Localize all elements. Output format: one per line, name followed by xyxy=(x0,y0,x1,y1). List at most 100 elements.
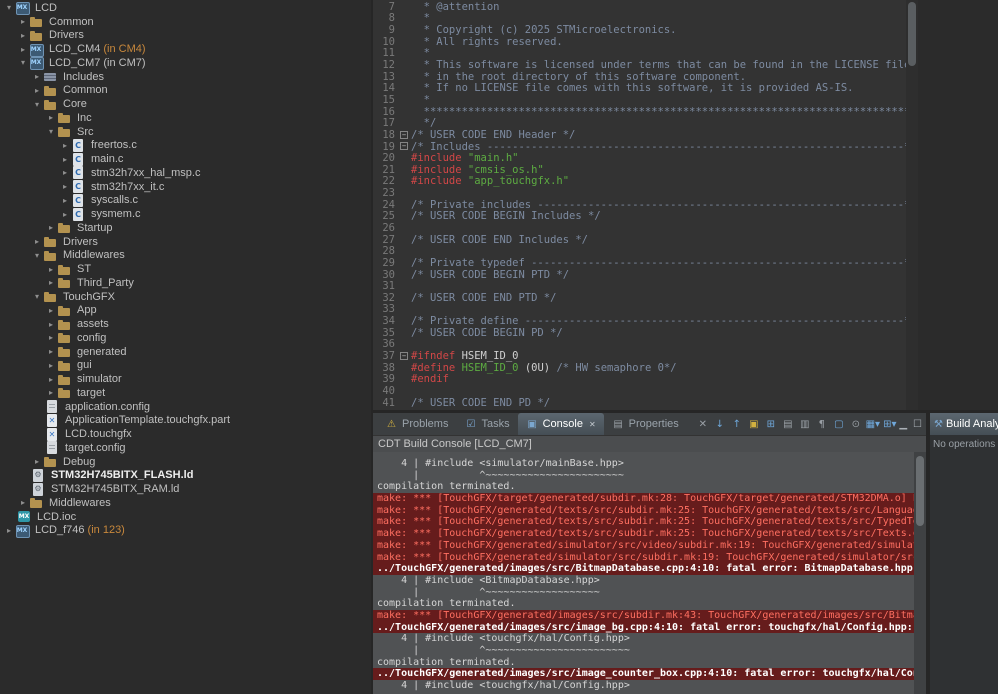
tree-item-lcd-ioc[interactable]: LCD.ioc xyxy=(0,510,371,524)
collapsed-arrow-icon[interactable]: ▸ xyxy=(45,265,57,274)
fold-marker-icon[interactable]: − xyxy=(400,142,408,151)
tree-item-includes[interactable]: ▸ Includes xyxy=(0,70,371,84)
collapsed-arrow-icon[interactable]: ▸ xyxy=(59,196,71,205)
collapsed-arrow-icon[interactable]: ▸ xyxy=(59,141,71,150)
tree-item-src[interactable]: ▾ Src xyxy=(0,125,371,139)
tree-item-middlewares[interactable]: ▸ Middlewares xyxy=(0,496,371,510)
tree-item-touchgfx[interactable]: ▾ TouchGFX xyxy=(0,290,371,304)
tree-item-config[interactable]: ▸ config xyxy=(0,331,371,345)
tree-item-assets[interactable]: ▸ assets xyxy=(0,317,371,331)
tree-item-freertos-c[interactable]: ▸ freertos.c xyxy=(0,138,371,153)
tree-item-debug[interactable]: ▸ Debug xyxy=(0,455,371,469)
console-body[interactable]: 4 | #include <simulator/mainBase.hpp> | … xyxy=(373,452,926,694)
tab-console[interactable]: Console ✕ xyxy=(517,413,604,435)
tree-item-app[interactable]: ▸ App xyxy=(0,304,371,318)
tree-item-lcd-cm7[interactable]: ▾ LCD_CM7(in CM7) xyxy=(0,56,371,71)
tree-item-gui[interactable]: ▸ gui xyxy=(0,359,371,373)
collapsed-arrow-icon[interactable]: ▸ xyxy=(45,333,57,342)
collapsed-arrow-icon[interactable]: ▸ xyxy=(17,17,29,26)
tree-item-applicationtemplate-touchgfx-part[interactable]: ApplicationTemplate.touchgfx.part xyxy=(0,413,371,428)
scroll-lock-icon[interactable]: ▥ xyxy=(797,419,813,430)
collapsed-arrow-icon[interactable]: ▸ xyxy=(31,72,43,81)
tab-build-analyzer[interactable]: Build Analy xyxy=(930,413,998,435)
console-scrollbar[interactable] xyxy=(914,452,926,694)
tree-item-st[interactable]: ▸ ST xyxy=(0,262,371,276)
collapsed-arrow-icon[interactable]: ▸ xyxy=(45,306,57,315)
tree-item-generated[interactable]: ▸ generated xyxy=(0,345,371,359)
tree-item-stm32h745bitx-flash-ld[interactable]: STM32H745BITX_FLASH.ld xyxy=(0,468,371,483)
collapsed-arrow-icon[interactable]: ▸ xyxy=(45,223,57,232)
tree-item-core[interactable]: ▾ Core xyxy=(0,97,371,111)
show-error-in-editor-icon[interactable]: ▣ xyxy=(746,419,762,430)
editor-scrollbar[interactable] xyxy=(906,0,918,410)
expanded-arrow-icon[interactable]: ▾ xyxy=(31,251,43,260)
collapsed-arrow-icon[interactable]: ▸ xyxy=(31,86,43,95)
tree-item-lcd-f746[interactable]: ▸ LCD_f746(in 123) xyxy=(0,524,371,538)
tree-item-third-party[interactable]: ▸ Third_Party xyxy=(0,276,371,290)
collapsed-arrow-icon[interactable]: ▸ xyxy=(17,498,29,507)
tree-item-lcd-cm4[interactable]: ▸ LCD_CM4(in CM4) xyxy=(0,42,371,57)
tree-item-stm32h745bitx-ram-ld[interactable]: STM32H745BITX_RAM.ld xyxy=(0,482,371,496)
tree-item-lcd[interactable]: ▾ LCD xyxy=(0,1,371,16)
code-editor[interactable]: 7 * @attention 8 * 9 * Copyright (c) 2025 … xyxy=(373,0,918,410)
collapsed-arrow-icon[interactable]: ▸ xyxy=(45,361,57,370)
tree-item-sysmem-c[interactable]: ▸ sysmem.c xyxy=(0,207,371,221)
collapsed-arrow-icon[interactable]: ▸ xyxy=(3,526,15,535)
maximize-icon[interactable]: ☐ xyxy=(913,419,922,430)
collapsed-arrow-icon[interactable]: ▸ xyxy=(17,31,29,40)
tab-problems[interactable]: Problems xyxy=(377,413,456,435)
collapsed-arrow-icon[interactable]: ▸ xyxy=(59,155,71,164)
display-console-icon[interactable]: ▦▾ xyxy=(865,419,881,430)
collapsed-arrow-icon[interactable]: ▸ xyxy=(45,278,57,287)
collapsed-arrow-icon[interactable]: ▸ xyxy=(31,237,43,246)
close-icon[interactable]: ✕ xyxy=(589,420,596,429)
expanded-arrow-icon[interactable]: ▾ xyxy=(45,127,57,136)
scrollbar-thumb[interactable] xyxy=(908,2,916,66)
open-console-icon[interactable]: ⊞▾ xyxy=(882,419,898,430)
fold-marker-icon[interactable]: − xyxy=(400,351,408,360)
next-error-icon[interactable]: ↓ xyxy=(712,419,728,430)
close-icon[interactable]: ✕ xyxy=(695,419,711,430)
collapsed-arrow-icon[interactable]: ▸ xyxy=(59,210,71,219)
collapsed-arrow-icon[interactable]: ▸ xyxy=(17,45,29,54)
tree-item-target[interactable]: ▸ target xyxy=(0,386,371,400)
expanded-arrow-icon[interactable]: ▾ xyxy=(31,100,43,109)
minimize-icon[interactable]: ▁ xyxy=(899,419,907,430)
tree-item-application-config[interactable]: application.config xyxy=(0,400,371,414)
tree-item-drivers[interactable]: ▸ Drivers xyxy=(0,235,371,249)
word-wrap-icon[interactable]: ¶ xyxy=(814,419,830,430)
collapsed-arrow-icon[interactable]: ▸ xyxy=(45,320,57,329)
tab-properties[interactable]: Properties xyxy=(604,413,687,435)
tree-item-simulator[interactable]: ▸ simulator xyxy=(0,372,371,386)
tree-item-lcd-touchgfx[interactable]: LCD.touchgfx xyxy=(0,427,371,441)
tree-item-stm32h7xx-it-c[interactable]: ▸ stm32h7xx_it.c xyxy=(0,180,371,194)
previous-error-icon[interactable]: ↑ xyxy=(729,419,745,430)
collapsed-arrow-icon[interactable]: ▸ xyxy=(59,182,71,191)
tree-item-common[interactable]: ▸ Common xyxy=(0,15,371,29)
scrollbar-thumb[interactable] xyxy=(916,456,924,526)
tree-item-inc[interactable]: ▸ Inc xyxy=(0,111,371,125)
tree-item-startup[interactable]: ▸ Startup xyxy=(0,221,371,235)
expanded-arrow-icon[interactable]: ▾ xyxy=(3,3,15,12)
collapsed-arrow-icon[interactable]: ▸ xyxy=(59,168,71,177)
clear-console-icon[interactable]: ▤ xyxy=(780,419,796,430)
tree-item-stm32h7xx-hal-msp-c[interactable]: ▸ stm32h7xx_hal_msp.c xyxy=(0,166,371,180)
expanded-arrow-icon[interactable]: ▾ xyxy=(31,292,43,301)
copy-build-log-icon[interactable]: ⊞ xyxy=(763,419,779,430)
tree-item-target-config[interactable]: target.config xyxy=(0,441,371,455)
tree-item-syscalls-c[interactable]: ▸ syscalls.c xyxy=(0,193,371,208)
show-stdout-icon[interactable]: ▢ xyxy=(831,419,847,430)
collapsed-arrow-icon[interactable]: ▸ xyxy=(45,388,57,397)
tree-item-common[interactable]: ▸ Common xyxy=(0,84,371,98)
tree-item-middlewares[interactable]: ▾ Middlewares xyxy=(0,249,371,263)
collapsed-arrow-icon[interactable]: ▸ xyxy=(31,457,43,466)
expanded-arrow-icon[interactable]: ▾ xyxy=(17,58,29,67)
tree-item-drivers[interactable]: ▸ Drivers xyxy=(0,29,371,43)
fold-marker-icon[interactable]: − xyxy=(400,130,408,139)
tree-item-main-c[interactable]: ▸ main.c xyxy=(0,152,371,166)
collapsed-arrow-icon[interactable]: ▸ xyxy=(45,113,57,122)
pin-console-icon[interactable]: ⊙ xyxy=(848,419,864,430)
collapsed-arrow-icon[interactable]: ▸ xyxy=(45,347,57,356)
tab-tasks[interactable]: Tasks xyxy=(456,413,517,435)
collapsed-arrow-icon[interactable]: ▸ xyxy=(45,375,57,384)
